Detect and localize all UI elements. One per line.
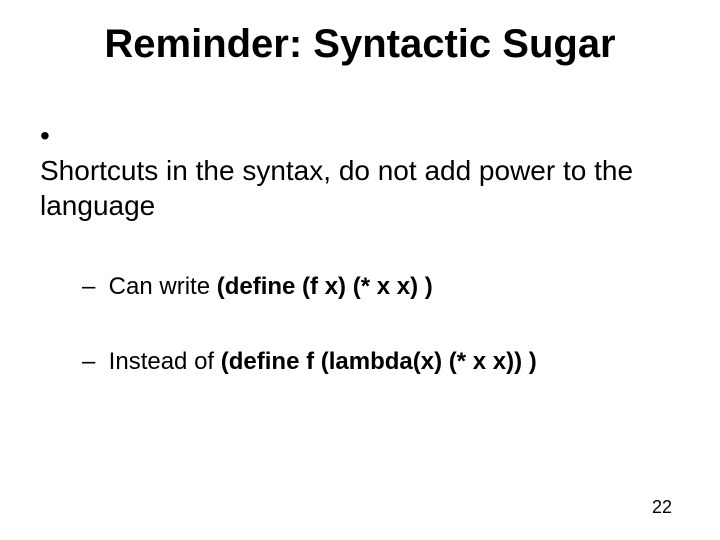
slide: Reminder: Syntactic Sugar • Shortcuts in… (0, 0, 720, 540)
bullet-level2: – Instead of (define f (lambda(x) (* x x… (82, 346, 680, 377)
bullet-text: Instead of (define f (lambda(x) (* x x))… (109, 346, 537, 377)
bullet-level1: • Shortcuts in the syntax, do not add po… (40, 118, 680, 223)
bullet-level2: – Can write (define (f x) (* x x) ) (82, 271, 680, 302)
bullet-dot-icon: • (40, 118, 64, 153)
page-number: 22 (652, 497, 672, 518)
code-expression: (define f (lambda(x) (* x x)) ) (221, 348, 537, 375)
text-prefix: Instead of (109, 348, 221, 375)
bullet-dash-icon: – (82, 346, 102, 377)
bullet-dash-icon: – (82, 271, 102, 302)
bullet-text: Can write (define (f x) (* x x) ) (109, 271, 433, 302)
slide-title: Reminder: Syntactic Sugar (0, 22, 720, 67)
bullet-text: Shortcuts in the syntax, do not add powe… (40, 153, 650, 223)
text-prefix: Can write (109, 273, 217, 300)
slide-body: • Shortcuts in the syntax, do not add po… (40, 118, 680, 421)
code-expression: (define (f x) (* x x) ) (217, 273, 433, 300)
